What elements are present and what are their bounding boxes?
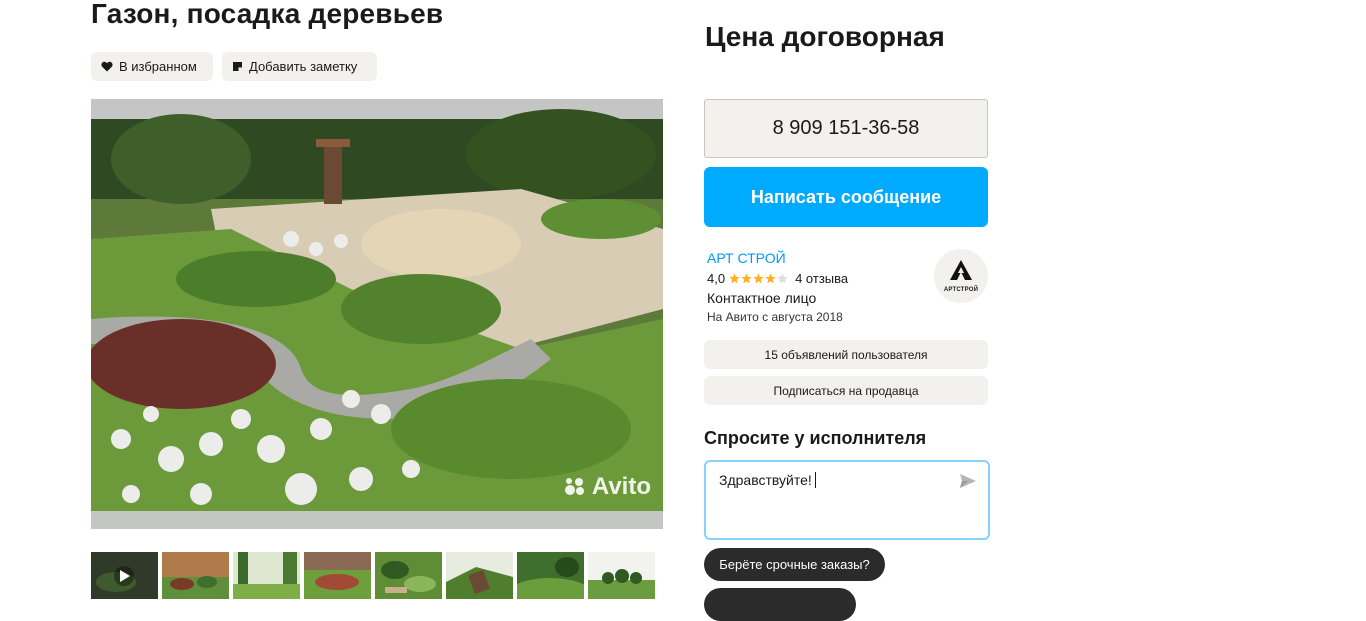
add-note-label: Добавить заметку	[249, 59, 358, 74]
question-input[interactable]: Здравствуйте!	[704, 460, 990, 540]
avito-logo-icon	[564, 477, 588, 497]
photo-thumbnail[interactable]	[162, 552, 229, 599]
star-icon	[729, 273, 740, 284]
reviews-count: 4 отзыва	[795, 271, 849, 286]
seller-rating[interactable]: 4,0 4 отзыва	[707, 271, 848, 286]
photo-thumbnail[interactable]	[517, 552, 584, 599]
avito-watermark: Avito	[564, 473, 651, 501]
write-message-button[interactable]: Написать сообщение	[704, 167, 988, 227]
photo-thumbnail[interactable]	[588, 552, 655, 599]
quick-question-chip[interactable]: Берёте срочные заказы?	[704, 548, 885, 581]
landscape-photo	[91, 99, 663, 529]
watermark-text: Avito	[591, 473, 651, 500]
seller-name-link[interactable]: АРТ СТРОЙ	[707, 250, 786, 266]
heart-icon	[101, 61, 113, 72]
ask-heading: Спросите у исполнителя	[704, 428, 927, 448]
page-title: Газон, посадка деревьев	[91, 0, 444, 29]
thumbnail-strip	[91, 552, 655, 599]
user-listings-button[interactable]: 15 объявлений пользователя	[704, 340, 988, 369]
add-note-button[interactable]: Добавить заметку	[222, 52, 377, 81]
favorite-button[interactable]: В избранном	[91, 52, 213, 81]
photo-thumbnail[interactable]	[375, 552, 442, 599]
star-icon	[753, 273, 764, 284]
phone-button[interactable]: 8 909 151-36-58	[704, 99, 988, 158]
star-icon	[741, 273, 752, 284]
star-icon	[777, 273, 788, 284]
rating-value: 4,0	[707, 271, 726, 286]
seller-avatar[interactable]: АРТСТРОЙ	[934, 249, 988, 303]
video-thumbnail[interactable]	[91, 552, 158, 599]
photo-thumbnail[interactable]	[233, 552, 300, 599]
note-icon	[232, 61, 243, 72]
member-since: На Авито с августа 2018	[707, 310, 843, 324]
main-photo[interactable]: Avito	[91, 99, 663, 529]
send-icon[interactable]	[960, 474, 976, 493]
favorite-label: В избранном	[119, 59, 197, 74]
artstroy-logo-icon	[950, 259, 972, 285]
contact-person-label: Контактное лицо	[707, 290, 817, 306]
quick-question-chip[interactable]	[704, 588, 856, 621]
avatar-label: АРТСТРОЙ	[943, 286, 979, 293]
rating-stars	[729, 273, 788, 284]
photo-thumbnail[interactable]	[446, 552, 513, 599]
price: Цена договорная	[705, 21, 945, 52]
star-icon	[765, 273, 776, 284]
subscribe-seller-button[interactable]: Подписаться на продавца	[704, 376, 988, 405]
photo-thumbnail[interactable]	[304, 552, 371, 599]
question-input-value: Здравствуйте!	[719, 472, 816, 488]
